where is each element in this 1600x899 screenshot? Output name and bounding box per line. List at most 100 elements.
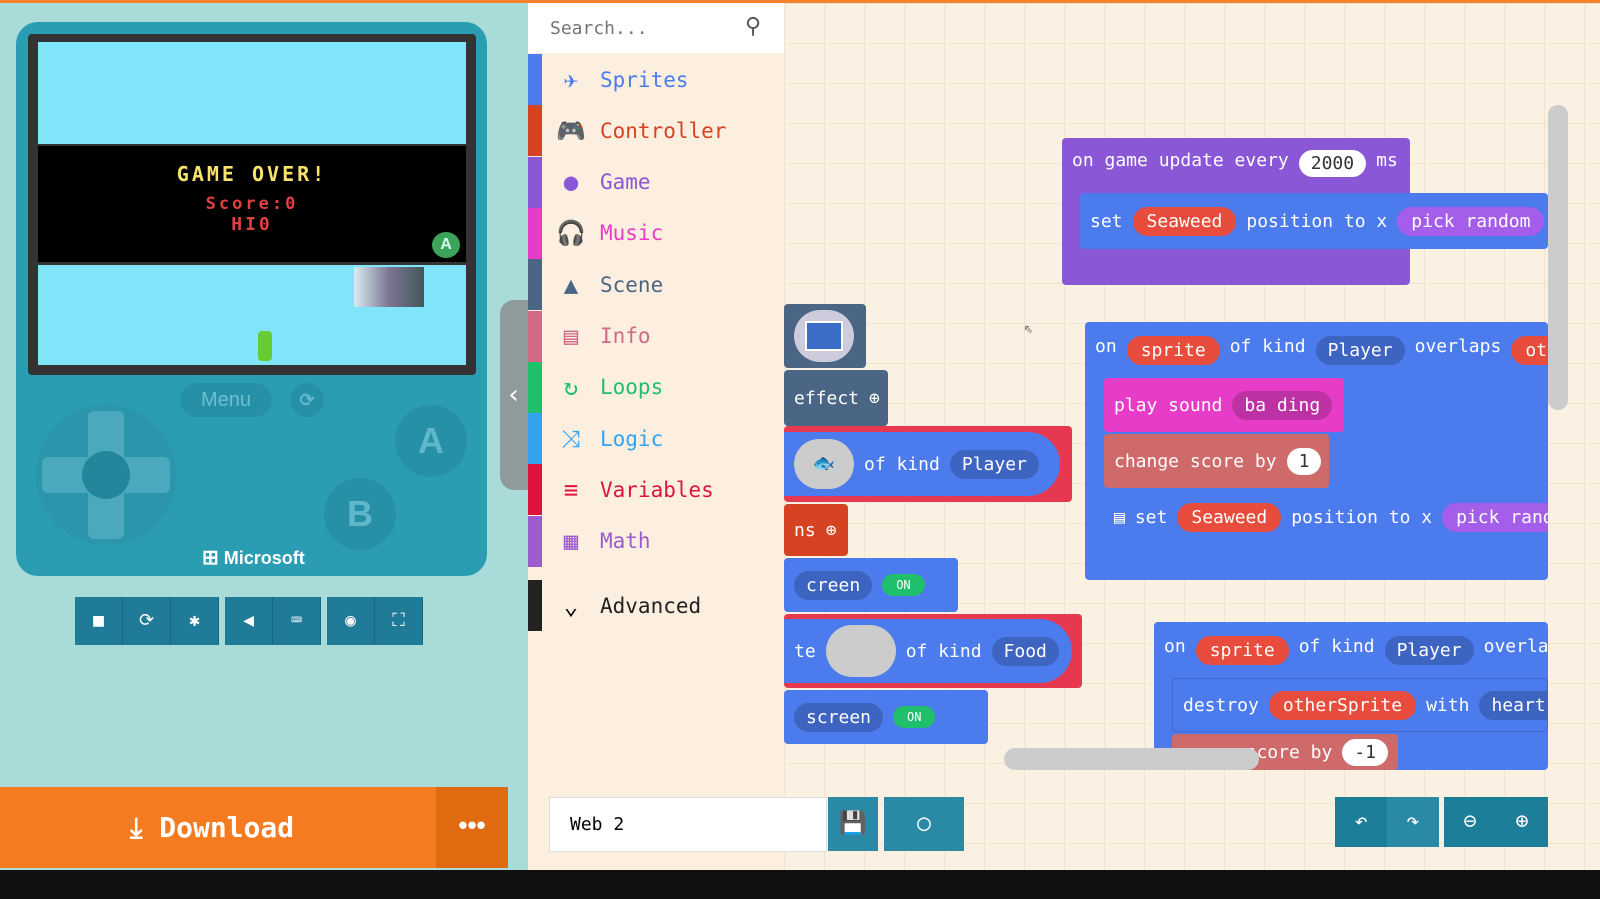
toolbox-category-logic[interactable]: ⤨ Logic [528, 413, 784, 465]
category-color-bar [528, 515, 542, 567]
toolbox-category-game[interactable]: ● Game [528, 156, 784, 208]
toolbox-category-scene[interactable]: ▲ Scene [528, 259, 784, 311]
toggle-on[interactable]: ON [893, 706, 936, 728]
effect-dropdown[interactable]: hearts [1479, 690, 1547, 720]
category-label: Logic [600, 426, 664, 451]
controller-icon: 🎮 [556, 116, 586, 145]
a-button[interactable]: A [395, 405, 467, 477]
keyboard-icon[interactable]: ⌨ [273, 597, 321, 645]
effect-block[interactable]: effect ⊕ [784, 370, 888, 426]
category-label: Math [600, 529, 651, 554]
category-color-bar [528, 361, 542, 413]
music-icon: 🎧 [556, 219, 586, 248]
interval-dropdown[interactable]: 2000 [1298, 150, 1367, 177]
project-name-input[interactable] [549, 797, 827, 852]
collapse-simulator-button[interactable]: ‹ [500, 300, 528, 490]
dpad[interactable] [36, 405, 176, 545]
redo-icon[interactable]: ↷ [1387, 797, 1439, 847]
save-icon[interactable]: 💾 [828, 797, 878, 851]
game-background [38, 265, 466, 365]
category-label: Controller [600, 118, 727, 143]
undo-icon[interactable]: ↶ [1335, 797, 1387, 847]
create-sprite-block[interactable]: te of kind Food [784, 614, 1082, 688]
toolbox-category-sprites[interactable]: ✈ Sprites [528, 54, 784, 105]
microsoft-logo: ⊞ Microsoft [202, 547, 305, 569]
variables-icon: ≡ [563, 475, 579, 504]
vertical-scrollbar[interactable] [1548, 105, 1568, 410]
category-color-bar [528, 156, 542, 208]
horizontal-scrollbar[interactable] [1004, 748, 1259, 770]
toolbox-advanced[interactable]: ⌄ Advanced [528, 580, 784, 631]
more-options-button[interactable]: ••• [436, 787, 508, 868]
enemy-sprite-icon [354, 267, 424, 307]
zoom-out-icon[interactable]: ⊖ [1444, 797, 1496, 847]
logic-icon: ⤨ [561, 424, 581, 453]
download-button[interactable]: ⤓ Download [0, 787, 436, 868]
zoom-in-icon[interactable]: ⊕ [1496, 797, 1548, 847]
stop-icon[interactable]: ■ [75, 597, 123, 645]
toolbox-category-variables[interactable]: ≡ Variables [528, 464, 784, 516]
kind-dropdown[interactable]: Player [1315, 336, 1405, 365]
set-position-block[interactable]: set Seaweed position to x pick random [1080, 193, 1548, 249]
highscore-text: HI0 [231, 214, 273, 235]
sprites-icon: ✈ [563, 65, 579, 94]
sim-toolbar-group: ◀ ⌨ [225, 597, 321, 645]
game-over-text: GAME OVER! [176, 162, 328, 186]
background-image-block[interactable] [784, 304, 866, 368]
restart-icon[interactable]: ⟳ [123, 597, 171, 645]
category-color-bar [528, 207, 542, 259]
category-label: Scene [600, 272, 664, 297]
toolbox-category-loops[interactable]: ↻ Loops [528, 361, 784, 413]
toolbox-category-math[interactable]: ▦ Math [528, 515, 784, 567]
change-score-block[interactable]: change score by 1 [1104, 434, 1329, 488]
github-icon[interactable]: ◯ [884, 797, 964, 851]
stay-in-screen-block[interactable]: screen ON [784, 690, 988, 744]
category-label: Game [600, 170, 651, 195]
game-icon: ● [563, 168, 579, 197]
sprite-dropdown[interactable]: Seaweed [1132, 206, 1237, 236]
fullscreen-icon[interactable]: ⛶ [375, 597, 423, 645]
sim-toolbar-group: ◉ ⛶ [327, 597, 423, 645]
menu-button[interactable]: Menu [180, 383, 272, 417]
screenshot-icon[interactable]: ◉ [327, 597, 375, 645]
toolbox-category-info[interactable]: ▤ Info [528, 310, 784, 362]
food-sprite-icon[interactable] [825, 625, 896, 677]
sim-toolbar-group: ■ ⟳ ✱ [75, 597, 219, 645]
toolbox-category-music[interactable]: 🎧 Music [528, 207, 784, 259]
debug-icon[interactable]: ✱ [171, 597, 219, 645]
category-label: Info [600, 324, 651, 348]
stay-in-screen-block[interactable]: creen ON [784, 558, 958, 612]
score-text: Score:0 [205, 194, 299, 214]
search-icon[interactable]: ⚲ [745, 14, 761, 39]
download-label: Download [159, 811, 295, 844]
info-icon: ▤ [563, 322, 579, 350]
game-over-dialog: GAME OVER! Score:0 HI0 A [38, 146, 466, 262]
block-fragment[interactable]: ns ⊕ [784, 504, 848, 556]
comment-icon[interactable]: ▤ [1114, 507, 1125, 528]
advanced-label: Advanced [600, 593, 702, 618]
reset-icon[interactable]: ⟳ [290, 383, 324, 417]
mute-icon[interactable]: ◀ [225, 597, 273, 645]
play-sound-block[interactable]: play sound ba ding [1104, 378, 1344, 432]
add-icon[interactable]: ⊕ [869, 388, 880, 409]
category-color-bar [528, 310, 542, 362]
game-background [38, 42, 466, 144]
destroy-block[interactable]: destroyotherSpritewithhearts [1172, 678, 1548, 732]
category-label: Variables [600, 477, 714, 502]
mouse-cursor-icon: ⇖ [1024, 318, 1034, 337]
sound-dropdown[interactable]: ba ding [1232, 390, 1333, 420]
category-color-bar [528, 54, 542, 105]
set-position-block[interactable]: ▤ set Seaweed position to x pick rand [1104, 490, 1548, 544]
toggle-on[interactable]: ON [882, 574, 925, 596]
category-color-bar [528, 464, 542, 516]
download-icon: ⤓ [130, 811, 143, 844]
math-icon: ▦ [563, 527, 579, 556]
fish-sprite-icon[interactable]: 🐟 [794, 439, 854, 489]
category-color-bar [528, 259, 542, 311]
chevron-down-icon: ⌄ [563, 591, 579, 620]
toolbox-category-controller[interactable]: 🎮 Controller [528, 105, 784, 157]
loops-icon: ↻ [563, 373, 579, 402]
create-sprite-block[interactable]: 🐟 of kind Player [784, 426, 1072, 502]
b-button[interactable]: B [324, 478, 396, 550]
player-sprite-icon [258, 331, 272, 361]
